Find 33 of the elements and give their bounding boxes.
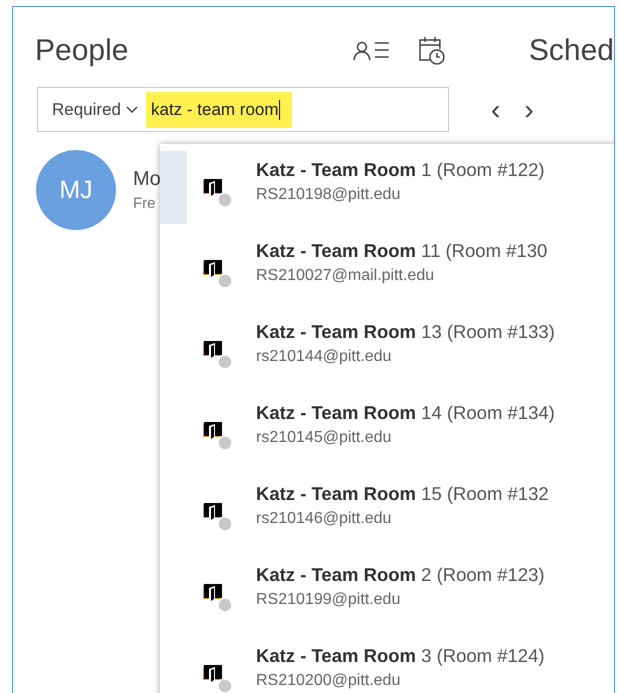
- room-name: Katz - Team Room 15 (Room #132: [256, 483, 549, 505]
- room-email: rs210146@pitt.edu: [256, 510, 392, 528]
- suggestion-item[interactable]: Katz - Team Room 11 (Room #130 RS210027@mail.pitt.edu: [160, 232, 614, 313]
- room-name: Katz - Team Room 1 (Room #122): [256, 159, 545, 181]
- avatar: MJ: [36, 150, 116, 230]
- room-name: Katz - Team Room 11 (Room #130: [256, 240, 548, 262]
- suggestion-item[interactable]: Katz - Team Room 2 (Room #123) RS210199@pitt.edu: [160, 556, 614, 637]
- required-dropdown[interactable]: Required: [48, 100, 142, 120]
- suggestion-item[interactable]: Katz - Team Room 15 (Room #132 rs210146@pitt.edu: [160, 475, 614, 556]
- room-email: rs210145@pitt.edu: [256, 429, 392, 447]
- chevron-down-icon: [126, 106, 138, 114]
- room-email: RS210200@pitt.edu: [256, 672, 402, 690]
- room-name: Katz - Team Room 13 (Room #133): [256, 321, 555, 343]
- room-email: rs210144@pitt.edu: [256, 348, 392, 366]
- room-email: RS210199@pitt.edu: [256, 591, 402, 609]
- attendee-status: Fre: [133, 195, 156, 212]
- suggestion-item[interactable]: Katz - Team Room 1 (Room #122) RS210198@pitt.edu: [160, 151, 614, 232]
- previous-button[interactable]: ‹: [489, 96, 502, 124]
- scheduling-title: Sched: [528, 34, 614, 68]
- room-email: RS210198@pitt.edu: [256, 186, 402, 204]
- room-name: Katz - Team Room 14 (Room #134): [256, 402, 555, 424]
- room-name: Katz - Team Room 3 (Room #124): [256, 645, 545, 667]
- attendee-name: Mo: [133, 168, 161, 191]
- room-name: Katz - Team Room 2 (Room #123): [256, 564, 545, 586]
- suggestion-item[interactable]: Katz - Team Room 3 (Room #124) RS210200@pitt.edu: [160, 637, 614, 693]
- search-text: katz - team room: [146, 92, 292, 128]
- room-email: RS210027@mail.pitt.edu: [256, 267, 436, 285]
- people-title: People: [35, 34, 130, 68]
- calendar-clock-icon[interactable]: [417, 36, 447, 66]
- suggestion-item[interactable]: Katz - Team Room 14 (Room #134) rs210145@pitt.edu: [160, 394, 614, 475]
- suggestion-item[interactable]: Katz - Team Room 13 (Room #133) rs210144@pitt.edu: [160, 313, 614, 394]
- next-button[interactable]: ›: [522, 96, 536, 124]
- attendee-field[interactable]: Required katz - team room: [37, 87, 449, 132]
